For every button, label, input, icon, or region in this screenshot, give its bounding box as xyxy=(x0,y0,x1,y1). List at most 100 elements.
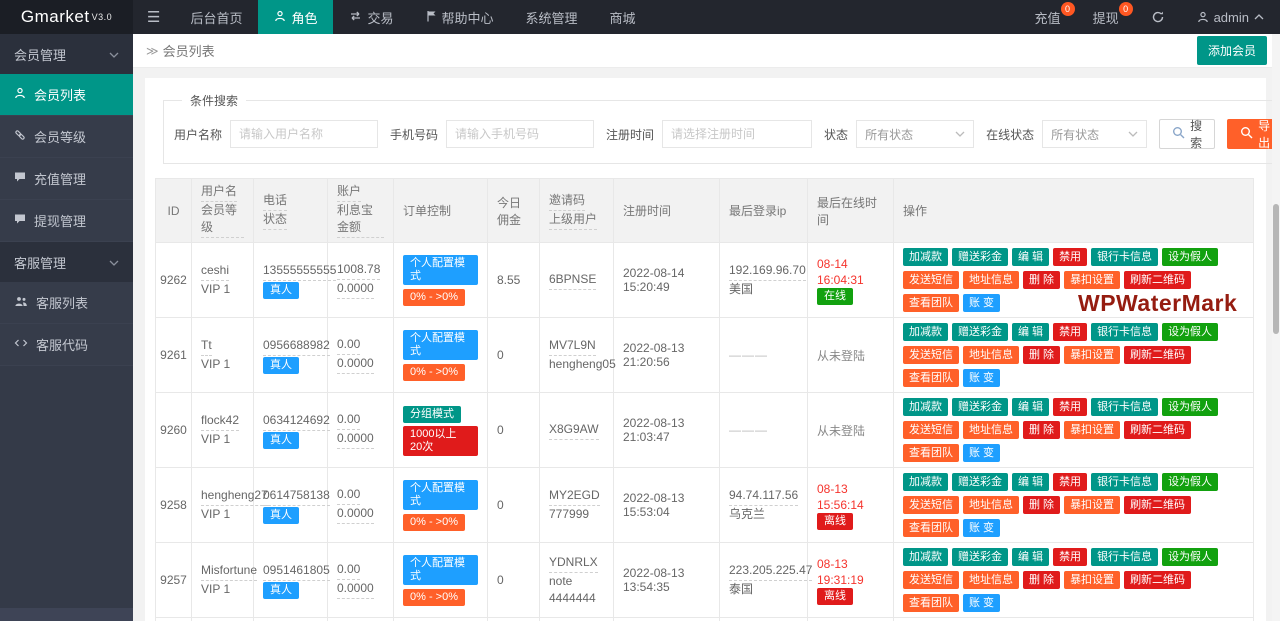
view-team-button[interactable]: 查看团队 xyxy=(903,594,959,612)
register-time-field[interactable] xyxy=(662,120,812,148)
delete-button[interactable]: 删 除 xyxy=(1023,271,1060,289)
delete-button[interactable]: 删 除 xyxy=(1023,346,1060,364)
recharge-nav-button[interactable]: 充值 0 xyxy=(1019,0,1077,34)
scrollbar-thumb[interactable] xyxy=(1273,204,1279,334)
nav-item-system-management[interactable]: 系统管理 xyxy=(510,0,594,34)
view-team-button[interactable]: 查看团队 xyxy=(903,369,959,387)
phone-field[interactable] xyxy=(446,120,594,148)
adjust-balance-button[interactable]: 加减款 xyxy=(903,548,948,566)
order-mode-badge[interactable]: 个人配置模式 xyxy=(403,255,478,285)
refresh-qrcode-button[interactable]: 刷新二维码 xyxy=(1124,496,1191,514)
disable-button[interactable]: 禁用 xyxy=(1053,248,1087,266)
sidebar-item-withdraw-management[interactable]: 提现管理 xyxy=(0,200,133,242)
sidebar-item-recharge-management[interactable]: 充值管理 xyxy=(0,158,133,200)
username-field[interactable] xyxy=(230,120,378,148)
view-team-button[interactable]: 查看团队 xyxy=(903,444,959,462)
delete-button[interactable]: 删 除 xyxy=(1023,421,1060,439)
nav-item-trade[interactable]: 交易 xyxy=(333,0,409,34)
gift-bonus-button[interactable]: 赠送彩金 xyxy=(952,548,1008,566)
set-fake-user-button[interactable]: 设为假人 xyxy=(1162,248,1218,266)
gift-bonus-button[interactable]: 赠送彩金 xyxy=(952,323,1008,341)
adjust-balance-button[interactable]: 加减款 xyxy=(903,248,948,266)
order-mode-badge[interactable]: 个人配置模式 xyxy=(403,330,478,360)
edit-button[interactable]: 编 辑 xyxy=(1012,548,1049,566)
view-team-button[interactable]: 查看团队 xyxy=(903,519,959,537)
disable-button[interactable]: 禁用 xyxy=(1053,548,1087,566)
adjust-balance-button[interactable]: 加减款 xyxy=(903,473,948,491)
delete-button[interactable]: 删 除 xyxy=(1023,571,1060,589)
send-sms-button[interactable]: 发送短信 xyxy=(903,421,959,439)
delete-button[interactable]: 删 除 xyxy=(1023,496,1060,514)
status-select[interactable]: 所有状态 xyxy=(856,120,974,148)
refresh-icon[interactable] xyxy=(1135,0,1181,34)
nav-item-home[interactable]: 后台首页 xyxy=(174,0,258,34)
sidebar-item-service-code[interactable]: 客服代码 xyxy=(0,324,133,366)
order-mode-badge[interactable]: 个人配置模式 xyxy=(403,555,478,585)
nav-item-mall[interactable]: 商城 xyxy=(594,0,652,34)
gift-bonus-button[interactable]: 赠送彩金 xyxy=(952,398,1008,416)
order-control-badge[interactable]: 0% - >0% xyxy=(403,289,465,306)
order-mode-badge[interactable]: 个人配置模式 xyxy=(403,480,478,510)
edit-button[interactable]: 编 辑 xyxy=(1012,398,1049,416)
edit-button[interactable]: 编 辑 xyxy=(1012,323,1049,341)
bank-card-info-button[interactable]: 银行卡信息 xyxy=(1091,398,1158,416)
add-member-button[interactable]: 添加会员 xyxy=(1197,36,1267,65)
account-change-button[interactable]: 账 变 xyxy=(963,594,1000,612)
bank-card-info-button[interactable]: 银行卡信息 xyxy=(1091,323,1158,341)
order-control-badge[interactable]: 0% - >0% xyxy=(403,589,465,606)
address-info-button[interactable]: 地址信息 xyxy=(963,421,1019,439)
forced-deduction-settings-button[interactable]: 暴扣设置 xyxy=(1064,346,1120,364)
vertical-scrollbar[interactable] xyxy=(1272,34,1280,621)
order-control-badge[interactable]: 1000以上 20次 xyxy=(403,426,478,456)
send-sms-button[interactable]: 发送短信 xyxy=(903,496,959,514)
account-change-button[interactable]: 账 变 xyxy=(963,294,1000,312)
address-info-button[interactable]: 地址信息 xyxy=(963,571,1019,589)
forced-deduction-settings-button[interactable]: 暴扣设置 xyxy=(1064,496,1120,514)
edit-button[interactable]: 编 辑 xyxy=(1012,473,1049,491)
set-fake-user-button[interactable]: 设为假人 xyxy=(1162,473,1218,491)
set-fake-user-button[interactable]: 设为假人 xyxy=(1162,323,1218,341)
gift-bonus-button[interactable]: 赠送彩金 xyxy=(952,248,1008,266)
refresh-qrcode-button[interactable]: 刷新二维码 xyxy=(1124,346,1191,364)
sidebar-item-service-list[interactable]: 客服列表 xyxy=(0,282,133,324)
online-status-select[interactable]: 所有状态 xyxy=(1042,120,1147,148)
bank-card-info-button[interactable]: 银行卡信息 xyxy=(1091,548,1158,566)
sidebar-item-member-level[interactable]: 会员等级 xyxy=(0,116,133,158)
address-info-button[interactable]: 地址信息 xyxy=(963,496,1019,514)
nav-item-role[interactable]: 角色 xyxy=(258,0,333,34)
account-change-button[interactable]: 账 变 xyxy=(963,519,1000,537)
nav-item-help-center[interactable]: 帮助中心 xyxy=(410,0,510,34)
account-change-button[interactable]: 账 变 xyxy=(963,369,1000,387)
sidebar-group-客服管理[interactable]: 客服管理 xyxy=(0,242,133,282)
bank-card-info-button[interactable]: 银行卡信息 xyxy=(1091,473,1158,491)
forced-deduction-settings-button[interactable]: 暴扣设置 xyxy=(1064,571,1120,589)
set-fake-user-button[interactable]: 设为假人 xyxy=(1162,548,1218,566)
sidebar-group-会员管理[interactable]: 会员管理 xyxy=(0,34,133,74)
order-control-badge[interactable]: 0% - >0% xyxy=(403,364,465,381)
refresh-qrcode-button[interactable]: 刷新二维码 xyxy=(1124,271,1191,289)
refresh-qrcode-button[interactable]: 刷新二维码 xyxy=(1124,571,1191,589)
disable-button[interactable]: 禁用 xyxy=(1053,323,1087,341)
gift-bonus-button[interactable]: 赠送彩金 xyxy=(952,473,1008,491)
forced-deduction-settings-button[interactable]: 暴扣设置 xyxy=(1064,271,1120,289)
send-sms-button[interactable]: 发送短信 xyxy=(903,346,959,364)
search-button[interactable]: 搜 索 xyxy=(1159,119,1215,149)
hamburger-menu-icon[interactable]: ☰ xyxy=(133,0,174,34)
forced-deduction-settings-button[interactable]: 暴扣设置 xyxy=(1064,421,1120,439)
set-fake-user-button[interactable]: 设为假人 xyxy=(1162,398,1218,416)
disable-button[interactable]: 禁用 xyxy=(1053,473,1087,491)
send-sms-button[interactable]: 发送短信 xyxy=(903,271,959,289)
edit-button[interactable]: 编 辑 xyxy=(1012,248,1049,266)
adjust-balance-button[interactable]: 加减款 xyxy=(903,323,948,341)
view-team-button[interactable]: 查看团队 xyxy=(903,294,959,312)
withdraw-nav-button[interactable]: 提现 0 xyxy=(1077,0,1135,34)
order-mode-badge[interactable]: 分组模式 xyxy=(403,406,461,423)
refresh-qrcode-button[interactable]: 刷新二维码 xyxy=(1124,421,1191,439)
address-info-button[interactable]: 地址信息 xyxy=(963,271,1019,289)
disable-button[interactable]: 禁用 xyxy=(1053,398,1087,416)
address-info-button[interactable]: 地址信息 xyxy=(963,346,1019,364)
send-sms-button[interactable]: 发送短信 xyxy=(903,571,959,589)
order-control-badge[interactable]: 0% - >0% xyxy=(403,514,465,531)
account-change-button[interactable]: 账 变 xyxy=(963,444,1000,462)
sidebar-item-member-list[interactable]: 会员列表 xyxy=(0,74,133,116)
